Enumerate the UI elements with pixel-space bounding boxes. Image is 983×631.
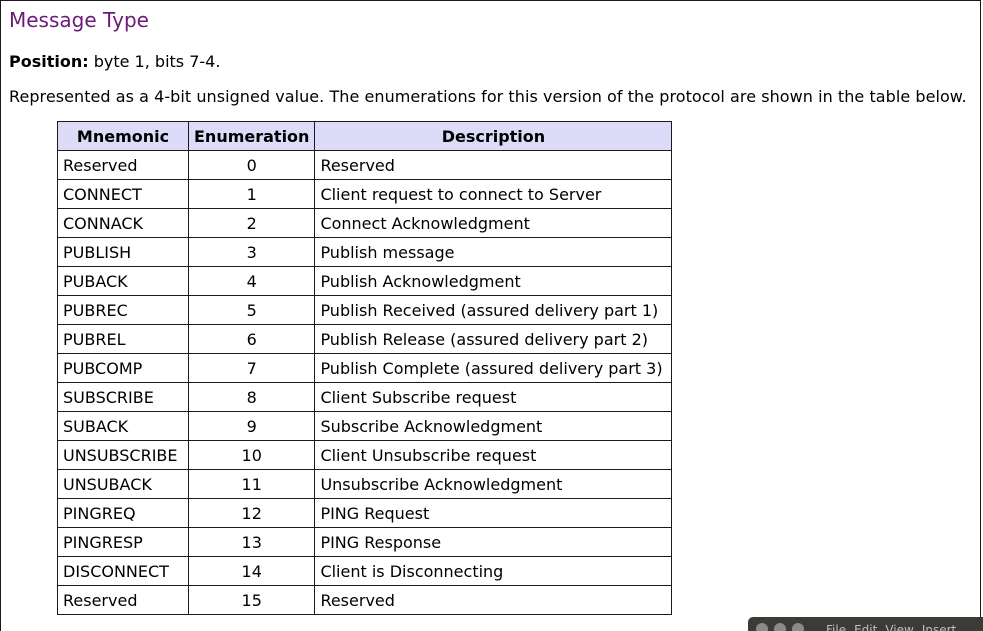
table-row: CONNACK 2 Connect Acknowledgment [57, 208, 673, 238]
cell-mnemonic: PUBREC [57, 295, 189, 325]
cell-enumeration: 2 [187, 208, 316, 238]
cell-enumeration: 13 [187, 527, 316, 557]
table-row: PUBLISH 3 Publish message [57, 237, 673, 267]
table-row: Reserved 0 Reserved [57, 150, 673, 180]
cell-enumeration: 10 [187, 440, 316, 470]
table-row: PUBACK 4 Publish Acknowledgment [57, 266, 673, 296]
cell-enumeration: 6 [187, 324, 316, 354]
cell-mnemonic: PUBLISH [57, 237, 189, 267]
table-row: SUBSCRIBE 8 Client Subscribe request [57, 382, 673, 412]
cell-description: Client request to connect to Server [314, 179, 673, 209]
position-label: Position: [9, 52, 89, 71]
cell-enumeration: 9 [187, 411, 316, 441]
cell-mnemonic: UNSUBACK [57, 469, 189, 499]
cell-enumeration: 11 [187, 469, 316, 499]
cell-description: Connect Acknowledgment [314, 208, 673, 238]
cell-description: Subscribe Acknowledgment [314, 411, 673, 441]
window-maximize-icon[interactable] [792, 623, 804, 631]
cell-enumeration: 14 [187, 556, 316, 586]
table-row: PINGREQ 12 PING Request [57, 498, 673, 528]
cell-mnemonic: Reserved [57, 150, 189, 180]
header-description: Description [314, 121, 673, 151]
cell-description: Publish Complete (assured delivery part … [314, 353, 673, 383]
cell-description: Publish Received (assured delivery part … [314, 295, 673, 325]
cell-mnemonic: CONNECT [57, 179, 189, 209]
table-row: UNSUBACK 11 Unsubscribe Acknowledgment [57, 469, 673, 499]
cell-mnemonic: SUBACK [57, 411, 189, 441]
cell-mnemonic: CONNACK [57, 208, 189, 238]
cell-description: Client is Disconnecting [314, 556, 673, 586]
cell-description: PING Response [314, 527, 673, 557]
cell-enumeration: 1 [187, 179, 316, 209]
cell-enumeration: 0 [187, 150, 316, 180]
cell-description: Publish Release (assured delivery part 2… [314, 324, 673, 354]
cell-description: Client Subscribe request [314, 382, 673, 412]
table-row: CONNECT 1 Client request to connect to Ser… [57, 179, 673, 209]
cell-mnemonic: DISCONNECT [57, 556, 189, 586]
cell-mnemonic: SUBSCRIBE [57, 382, 189, 412]
cell-description: Client Unsubscribe request [314, 440, 673, 470]
cell-description: Publish Acknowledgment [314, 266, 673, 296]
message-type-table: Mnemonic Enumeration Description Reserve… [57, 121, 673, 615]
cell-enumeration: 15 [187, 585, 316, 615]
cell-mnemonic: PINGREQ [57, 498, 189, 528]
cell-mnemonic: PINGRESP [57, 527, 189, 557]
cell-enumeration: 12 [187, 498, 316, 528]
cell-enumeration: 8 [187, 382, 316, 412]
table-row: PUBCOMP 7 Publish Complete (assured delive… [57, 353, 673, 383]
cell-enumeration: 3 [187, 237, 316, 267]
cell-enumeration: 7 [187, 353, 316, 383]
position-value: byte 1, bits 7-4. [88, 52, 221, 71]
table-header-row: Mnemonic Enumeration Description [57, 121, 673, 151]
header-enumeration: Enumeration [187, 121, 316, 151]
cell-enumeration: 5 [187, 295, 316, 325]
table-row: Reserved 15 Reserved [57, 585, 673, 615]
cell-mnemonic: PUBREL [57, 324, 189, 354]
window-close-icon[interactable] [756, 623, 768, 631]
background-window-strip[interactable]: File Edit View Insert [748, 617, 983, 631]
cell-description: Unsubscribe Acknowledgment [314, 469, 673, 499]
window-menubar: File Edit View Insert [826, 623, 964, 631]
window-minimize-icon[interactable] [774, 623, 786, 631]
cell-description: Reserved [314, 585, 673, 615]
table-row: PINGRESP 13 PING Response [57, 527, 673, 557]
section-description: Represented as a 4-bit unsigned value. T… [9, 87, 967, 106]
cell-description: Reserved [314, 150, 673, 180]
document-page: Message Type Position: byte 1, bits 7-4.… [0, 0, 981, 631]
cell-description: PING Request [314, 498, 673, 528]
table-row: SUBACK 9 Subscribe Acknowledgment [57, 411, 673, 441]
cell-description: Publish message [314, 237, 673, 267]
menu-file[interactable]: File [826, 623, 846, 631]
cell-enumeration: 4 [187, 266, 316, 296]
header-mnemonic: Mnemonic [57, 121, 189, 151]
cell-mnemonic: UNSUBSCRIBE [57, 440, 189, 470]
menu-edit[interactable]: Edit [854, 623, 877, 631]
table-row: PUBREC 5 Publish Received (assured deliver… [57, 295, 673, 325]
menu-view[interactable]: View [885, 623, 913, 631]
table-row: UNSUBSCRIBE 10 Client Unsubscribe request [57, 440, 673, 470]
position-line: Position: byte 1, bits 7-4. [9, 52, 220, 71]
table-row: DISCONNECT 14 Client is Disconnecting [57, 556, 673, 586]
table-body: Reserved 0 Reserved CONNECT 1 Client request … [57, 150, 673, 615]
cell-mnemonic: Reserved [57, 585, 189, 615]
cell-mnemonic: PUBACK [57, 266, 189, 296]
section-title: Message Type [9, 8, 149, 32]
table-row: PUBREL 6 Publish Release (assured delivery… [57, 324, 673, 354]
cell-mnemonic: PUBCOMP [57, 353, 189, 383]
menu-insert[interactable]: Insert [922, 623, 956, 631]
